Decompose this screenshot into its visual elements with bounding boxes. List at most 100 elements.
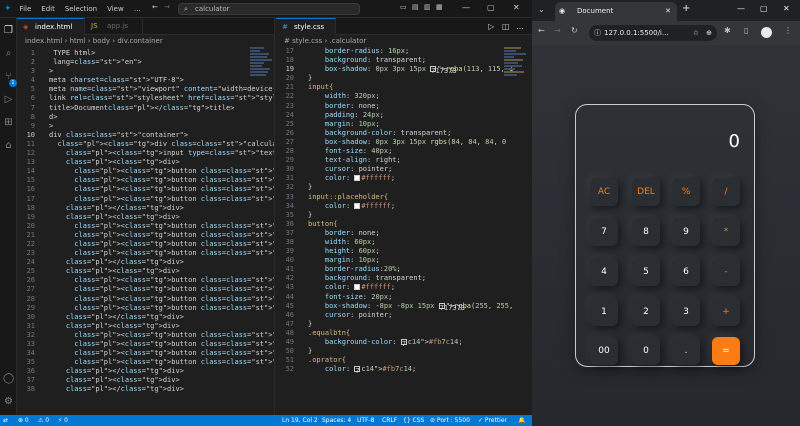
line-ending[interactable]: CRLF xyxy=(382,415,397,426)
calculator-display[interactable]: 0 xyxy=(588,123,744,161)
code-line[interactable]: 42 background: transparent; xyxy=(276,274,532,283)
calc-button[interactable]: % xyxy=(672,178,700,206)
code-line[interactable]: 48 .equalbtn{ xyxy=(276,329,532,338)
code-line[interactable]: 36 button{ xyxy=(276,220,532,229)
code-line[interactable]: 24 class="pl"></class="tg">div> xyxy=(17,258,274,267)
sidebar-toggle-icon[interactable]: ▥ xyxy=(424,3,431,11)
code-line[interactable]: 24 padding: 24px; xyxy=(276,111,532,120)
forward-icon[interactable]: → xyxy=(554,26,561,35)
bookmark-star-icon[interactable]: ☆ xyxy=(693,25,699,41)
code-line[interactable]: 29 class="pl"><class="tg">button class=c… xyxy=(17,304,274,313)
code-line[interactable]: 8 d> xyxy=(17,113,274,122)
code-line[interactable]: 23 class="pl"><class="tg">button class=c… xyxy=(17,249,274,258)
remote-indicator[interactable]: ⇄ xyxy=(3,415,8,426)
code-line[interactable]: 27 class="pl"><class="tg">button class=c… xyxy=(17,285,274,294)
prettier-status[interactable]: ✓ Prettier xyxy=(478,415,507,426)
code-line[interactable]: 46 cursor: pointer; xyxy=(276,311,532,320)
calc-button[interactable]: 00 xyxy=(590,337,618,365)
search-icon[interactable]: ⌕ xyxy=(3,48,14,59)
minimap[interactable] xyxy=(250,47,274,87)
site-info-icon[interactable]: ⓘ xyxy=(594,25,601,41)
code-line[interactable]: 31 color: #ffffff; xyxy=(276,174,532,183)
side-panel-icon[interactable]: ▯ xyxy=(744,26,748,35)
close-button[interactable]: ✕ xyxy=(513,3,520,12)
code-line[interactable]: 20} xyxy=(276,74,532,83)
tab-index-html[interactable]: ◈ index.html xyxy=(17,18,85,35)
nav-back-icon[interactable]: ← xyxy=(152,3,158,11)
menu-selection[interactable]: Selection xyxy=(65,5,97,13)
code-line[interactable]: 32 class="pl"><class="tg">button class=c… xyxy=(17,331,274,340)
code-line[interactable]: 17 border-radius: 16px; xyxy=(276,47,532,56)
code-line[interactable]: 40 margin: 10px; xyxy=(276,256,532,265)
code-line[interactable]: 38 width: 60px; xyxy=(276,238,532,247)
code-line[interactable]: 44 font-size: 20px; xyxy=(276,293,532,302)
live-server-port[interactable]: ⊘ Port : 5500 xyxy=(430,415,470,426)
menu-more[interactable]: … xyxy=(134,5,141,13)
code-line[interactable]: 20 class="pl"><class="tg">button class=c… xyxy=(17,222,274,231)
indentation[interactable]: Spaces: 4 xyxy=(322,415,351,426)
language-mode[interactable]: {} CSS xyxy=(403,415,424,426)
calc-button[interactable]: DEL xyxy=(632,178,660,206)
calc-button[interactable]: 0 xyxy=(632,337,660,365)
tab-style-css[interactable]: # style.css xyxy=(276,18,336,35)
code-line[interactable]: 19 box-shadow: 0px 3px 15px 717373">rgba… xyxy=(276,65,532,75)
code-line[interactable]: 3 > xyxy=(17,67,274,76)
customize-layout-icon[interactable]: ▦ xyxy=(436,3,443,11)
settings-icon[interactable]: ⚙ xyxy=(3,396,14,407)
code-line[interactable]: 1 TYPE html> xyxy=(17,49,274,58)
code-line[interactable]: 17 class="pl"><class="tg">button class=c… xyxy=(17,195,274,204)
code-line[interactable]: 21 class="pl"><class="tg">button class=c… xyxy=(17,231,274,240)
code-line[interactable]: 25 class="pl"><class="tg">div> xyxy=(17,267,274,276)
back-icon[interactable]: ← xyxy=(538,26,545,35)
more-actions-icon[interactable]: … xyxy=(516,22,524,31)
chrome-tab-document[interactable]: ◉ Document ✕ xyxy=(555,2,677,21)
code-line[interactable]: 39 height: 60px; xyxy=(276,247,532,256)
close-tab-icon[interactable]: ✕ xyxy=(665,2,671,21)
reload-icon[interactable]: ↻ xyxy=(571,26,578,35)
chrome-minimize-button[interactable]: — xyxy=(737,4,745,13)
errors-count[interactable]: ⊗ 0 xyxy=(18,415,29,426)
code-line[interactable]: 38 class="pl"></class="tg">div> xyxy=(17,385,274,394)
code-line[interactable]: 34 color: #ffffff; xyxy=(276,202,532,211)
calc-button[interactable]: 5 xyxy=(632,258,660,286)
calc-button[interactable]: 8 xyxy=(632,218,660,246)
code-line[interactable]: 47} xyxy=(276,320,532,329)
tab-app-js[interactable]: JS app.js xyxy=(85,18,143,35)
layout-icon[interactable]: ▭ xyxy=(400,3,407,11)
calc-button[interactable]: 2 xyxy=(632,298,660,326)
code-line[interactable]: 4 meta charset=class="st">"UTF-8"> xyxy=(17,76,274,85)
code-line[interactable]: 28 font-size: 40px; xyxy=(276,147,532,156)
code-line[interactable]: 15 class="pl"><class="tg">button class=c… xyxy=(17,176,274,185)
code-line[interactable]: 32} xyxy=(276,183,532,192)
code-line[interactable]: 18 class="pl"></class="tg">div> xyxy=(17,204,274,213)
code-line[interactable]: 11 class="pl"><class="tg">div class=clas… xyxy=(17,140,274,149)
profile-avatar[interactable] xyxy=(761,27,772,38)
split-editor-icon[interactable]: ◫ xyxy=(502,22,510,31)
address-bar[interactable]: ⓘ 127.0.0.1:5500/i... ☆ ⊕ xyxy=(589,25,717,41)
extensions-icon[interactable]: ✱ xyxy=(724,26,731,35)
code-line[interactable]: 21 input{ xyxy=(276,83,532,92)
calc-button[interactable]: / xyxy=(712,178,740,206)
code-line[interactable]: 22 class="pl"><class="tg">button class=c… xyxy=(17,240,274,249)
code-line[interactable]: 51 .oprator{ xyxy=(276,356,532,365)
menu-file[interactable]: File xyxy=(20,5,32,13)
calc-button[interactable]: - xyxy=(712,258,740,286)
code-line[interactable]: 34 class="pl"><class="tg">button class=c… xyxy=(17,349,274,358)
calc-button[interactable]: * xyxy=(712,218,740,246)
account-icon[interactable]: ◯ xyxy=(3,373,14,384)
code-line[interactable]: 12 class="pl"><class="tg">input type=cla… xyxy=(17,149,274,158)
code-line[interactable]: 37 class="pl"><class="tg">div> xyxy=(17,376,274,385)
code-line[interactable]: 29 text-align: right; xyxy=(276,156,532,165)
nav-forward-icon[interactable]: → xyxy=(164,3,170,11)
code-line[interactable]: 9 > xyxy=(17,122,274,131)
extensions-icon[interactable]: ⊞ xyxy=(3,117,14,128)
menu-edit[interactable]: Edit xyxy=(41,5,55,13)
calc-button[interactable]: 1 xyxy=(590,298,618,326)
code-line[interactable]: 27 box-shadow: 0px 3px 15px rgbs(84, 84,… xyxy=(276,138,532,147)
menu-view[interactable]: View xyxy=(107,5,124,13)
code-line[interactable]: 50} xyxy=(276,347,532,356)
code-line[interactable]: 22 width: 320px; xyxy=(276,92,532,101)
calc-button[interactable]: 4 xyxy=(590,258,618,286)
code-line[interactable]: 10 div class=class="st">"container"> xyxy=(17,131,274,140)
calc-button[interactable]: 3 xyxy=(672,298,700,326)
